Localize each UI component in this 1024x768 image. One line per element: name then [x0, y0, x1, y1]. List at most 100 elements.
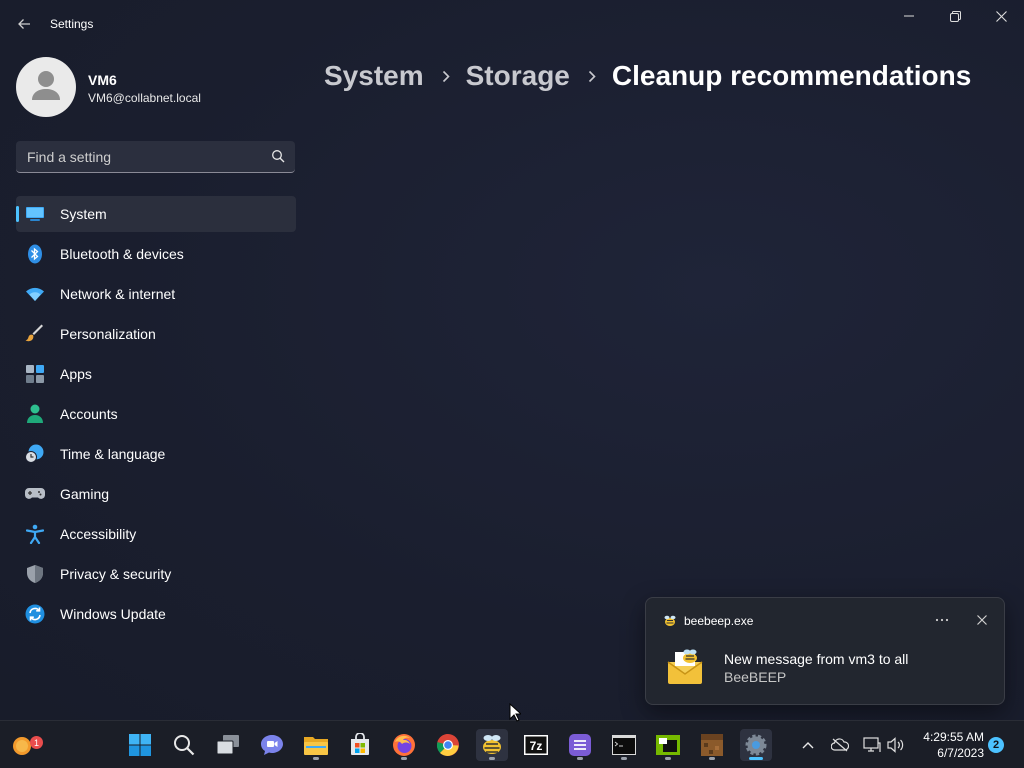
network-tray[interactable] [862, 735, 882, 755]
notification-toast[interactable]: beebeep.exe New message from vm3 to all … [645, 597, 1005, 705]
nvidia-button[interactable] [652, 729, 684, 761]
beebeep-button[interactable] [476, 729, 508, 761]
system-icon [25, 204, 45, 224]
sidebar-item-network[interactable]: Network & internet [16, 276, 296, 312]
gamepad-icon [25, 484, 45, 504]
sidebar-item-label: Bluetooth & devices [60, 246, 184, 262]
running-indicator [621, 757, 627, 760]
start-button[interactable] [124, 729, 156, 761]
toast-body: BeeBEEP [724, 669, 787, 685]
7zip-icon: 7z [524, 735, 548, 755]
file-explorer-button[interactable] [300, 729, 332, 761]
close-button[interactable] [978, 0, 1024, 32]
search-icon [174, 735, 195, 756]
weather-badge: 1 [30, 736, 43, 749]
envelope-bee-icon [667, 649, 703, 684]
minimize-button[interactable] [886, 0, 932, 32]
taskbar: 1 7z 4:29:55 AM 6/7/2023 2 [0, 720, 1024, 768]
person-silhouette-icon [32, 71, 60, 100]
chat-icon [261, 735, 283, 755]
notes-button[interactable] [564, 729, 596, 761]
restore-button[interactable] [932, 0, 978, 32]
network-monitor-icon [863, 737, 881, 752]
sidebar-item-label: Network & internet [60, 286, 176, 302]
chrome-button[interactable] [432, 729, 464, 761]
firefox-button[interactable] [388, 729, 420, 761]
sidebar-item-privacy[interactable]: Privacy & security [16, 556, 296, 592]
breadcrumb: System Storage Cleanup recommendations [324, 58, 971, 94]
ellipsis-icon [935, 618, 949, 622]
chevron-up-icon [802, 742, 814, 749]
terminal-button[interactable] [608, 729, 640, 761]
sidebar-item-gaming[interactable]: Gaming [16, 476, 296, 512]
apps-icon [25, 364, 45, 384]
store-button[interactable] [344, 729, 376, 761]
terminal-icon [612, 735, 636, 755]
breadcrumb-storage[interactable]: Storage [466, 60, 570, 92]
mouse-cursor-icon [509, 703, 521, 722]
running-indicator [401, 757, 407, 760]
sidebar-item-system[interactable]: System [16, 196, 296, 232]
running-indicator [489, 757, 495, 760]
firefox-icon [393, 734, 415, 756]
sidebar-item-personalization[interactable]: Personalization [16, 316, 296, 352]
sidebar-item-windows-update[interactable]: Windows Update [16, 596, 296, 632]
sidebar-item-accounts[interactable]: Accounts [16, 396, 296, 432]
clock-date: 6/7/2023 [937, 746, 984, 760]
search-box [16, 141, 295, 173]
sidebar-item-label: Accounts [60, 406, 118, 422]
minecraft-button[interactable] [696, 729, 728, 761]
sidebar-item-apps[interactable]: Apps [16, 356, 296, 392]
cloud-offline-icon [831, 738, 849, 752]
volume-tray[interactable] [886, 735, 906, 755]
task-view-button[interactable] [212, 729, 244, 761]
accessibility-icon [25, 524, 45, 544]
chrome-icon [436, 734, 459, 756]
chat-button[interactable] [256, 729, 288, 761]
weather-widget[interactable]: 1 [6, 729, 43, 761]
beebeep-app-icon [664, 615, 676, 626]
onedrive-tray[interactable] [830, 735, 850, 755]
minecraft-icon [701, 734, 723, 756]
running-indicator [665, 757, 671, 760]
active-app-indicator [749, 757, 763, 760]
show-hidden-icons-button[interactable] [798, 735, 818, 755]
volume-icon [887, 737, 904, 753]
sidebar-item-label: Personalization [60, 326, 156, 342]
user-profile[interactable]: VM6 VM6@collabnet.local [16, 57, 296, 117]
toast-close-button[interactable] [970, 608, 994, 632]
notification-center-badge[interactable]: 2 [988, 737, 1004, 753]
clock-time: 4:29:55 AM [923, 730, 984, 744]
search-icon[interactable] [271, 149, 285, 163]
minimize-icon [904, 15, 914, 17]
running-indicator [313, 757, 319, 760]
shield-icon [25, 564, 45, 584]
file-explorer-icon [304, 737, 328, 755]
more-options-button[interactable] [930, 608, 954, 632]
sidebar-item-label: Time & language [60, 446, 166, 462]
toast-app-name: beebeep.exe [684, 614, 754, 628]
sidebar-item-label: Privacy & security [60, 566, 172, 582]
sidebar-item-bluetooth[interactable]: Bluetooth & devices [16, 236, 296, 272]
settings-gear-icon [745, 734, 767, 756]
search-input[interactable] [16, 141, 266, 172]
chevron-right-icon [442, 70, 450, 83]
notes-app-icon [569, 734, 591, 756]
title-bar: Settings [0, 0, 1024, 48]
update-icon [25, 604, 45, 624]
sidebar-nav: System Bluetooth & devices Network & int… [16, 196, 296, 636]
back-button[interactable] [12, 12, 36, 36]
7zip-button[interactable]: 7z [520, 729, 552, 761]
windows-logo-icon [129, 734, 151, 756]
svg-text:7z: 7z [530, 739, 543, 753]
taskbar-clock[interactable]: 4:29:55 AM 6/7/2023 [912, 729, 984, 761]
clock-globe-icon [25, 444, 45, 464]
settings-button[interactable] [740, 729, 772, 761]
sidebar-item-accessibility[interactable]: Accessibility [16, 516, 296, 552]
sidebar-item-time-language[interactable]: Time & language [16, 436, 296, 472]
page-title: Cleanup recommendations [611, 60, 972, 91]
profile-name: VM6 [88, 72, 117, 88]
breadcrumb-system[interactable]: System [324, 60, 424, 92]
taskbar-search-button[interactable] [168, 729, 200, 761]
person-icon [25, 404, 45, 424]
